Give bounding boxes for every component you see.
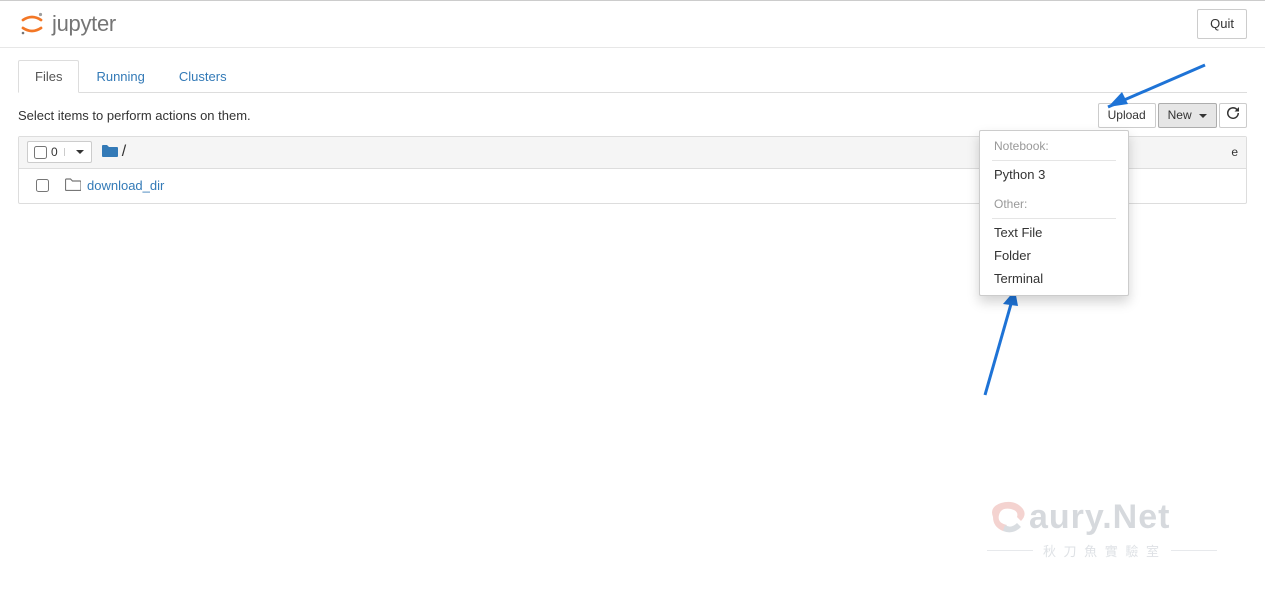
- breadcrumb-root[interactable]: /: [122, 143, 126, 161]
- dropdown-header-other: Other:: [980, 194, 1128, 214]
- quit-button[interactable]: Quit: [1197, 9, 1247, 39]
- selected-count: 0: [51, 145, 58, 159]
- breadcrumb: /: [102, 143, 126, 161]
- tab-running[interactable]: Running: [79, 60, 161, 93]
- tabs: Files Running Clusters: [18, 60, 1247, 93]
- watermark-text: aury.Net: [1029, 498, 1171, 537]
- dropdown-item-python3[interactable]: Python 3: [980, 163, 1128, 186]
- select-all-checkbox[interactable]: [34, 146, 47, 159]
- selection-hint: Select items to perform actions on them.: [18, 108, 251, 123]
- dropdown-item-textfile[interactable]: Text File: [980, 221, 1128, 244]
- annotation-arrow-icon: [970, 280, 1040, 400]
- select-dropdown[interactable]: [64, 148, 91, 156]
- toolbar: Select items to perform actions on them.…: [18, 103, 1247, 128]
- watermark-line-icon: [1171, 550, 1217, 552]
- watermark-main: aury.Net: [987, 498, 1217, 537]
- action-buttons: Upload New: [1098, 103, 1247, 128]
- jupyter-logo-icon: [18, 10, 46, 38]
- dropdown-item-terminal[interactable]: Terminal: [980, 267, 1128, 290]
- watermark-sub: 秋 刀 魚 實 驗 室: [987, 541, 1217, 560]
- select-all-group: 0: [27, 141, 92, 163]
- item-name[interactable]: download_dir: [87, 178, 164, 193]
- dropdown-header-notebook: Notebook:: [980, 136, 1128, 156]
- tab-clusters[interactable]: Clusters: [162, 60, 244, 93]
- refresh-icon: [1227, 108, 1239, 122]
- new-button[interactable]: New: [1158, 103, 1217, 128]
- divider: [992, 160, 1116, 161]
- new-button-label: New: [1168, 108, 1192, 122]
- app-header: jupyter Quit: [0, 0, 1265, 48]
- watermark-line-icon: [987, 550, 1033, 552]
- divider: [992, 218, 1116, 219]
- watermark: aury.Net 秋 刀 魚 實 驗 室: [987, 498, 1217, 560]
- caret-down-icon: [1199, 114, 1207, 118]
- refresh-button[interactable]: [1219, 103, 1247, 128]
- folder-icon[interactable]: [102, 144, 118, 160]
- right-column-partial: e: [1231, 145, 1238, 159]
- logo[interactable]: jupyter: [18, 10, 116, 38]
- logo-text: jupyter: [52, 11, 116, 37]
- dropdown-item-folder[interactable]: Folder: [980, 244, 1128, 267]
- folder-outline-icon: [65, 178, 81, 194]
- watermark-logo-icon: [987, 499, 1029, 537]
- watermark-sub-text: 秋 刀 魚 實 驗 室: [1043, 541, 1161, 560]
- tab-files[interactable]: Files: [18, 60, 79, 93]
- caret-down-icon: [76, 150, 84, 154]
- upload-button[interactable]: Upload: [1098, 103, 1156, 128]
- row-checkbox[interactable]: [36, 179, 49, 192]
- new-dropdown-menu: Notebook: Python 3 Other: Text File Fold…: [979, 130, 1129, 296]
- select-all[interactable]: 0: [28, 143, 64, 161]
